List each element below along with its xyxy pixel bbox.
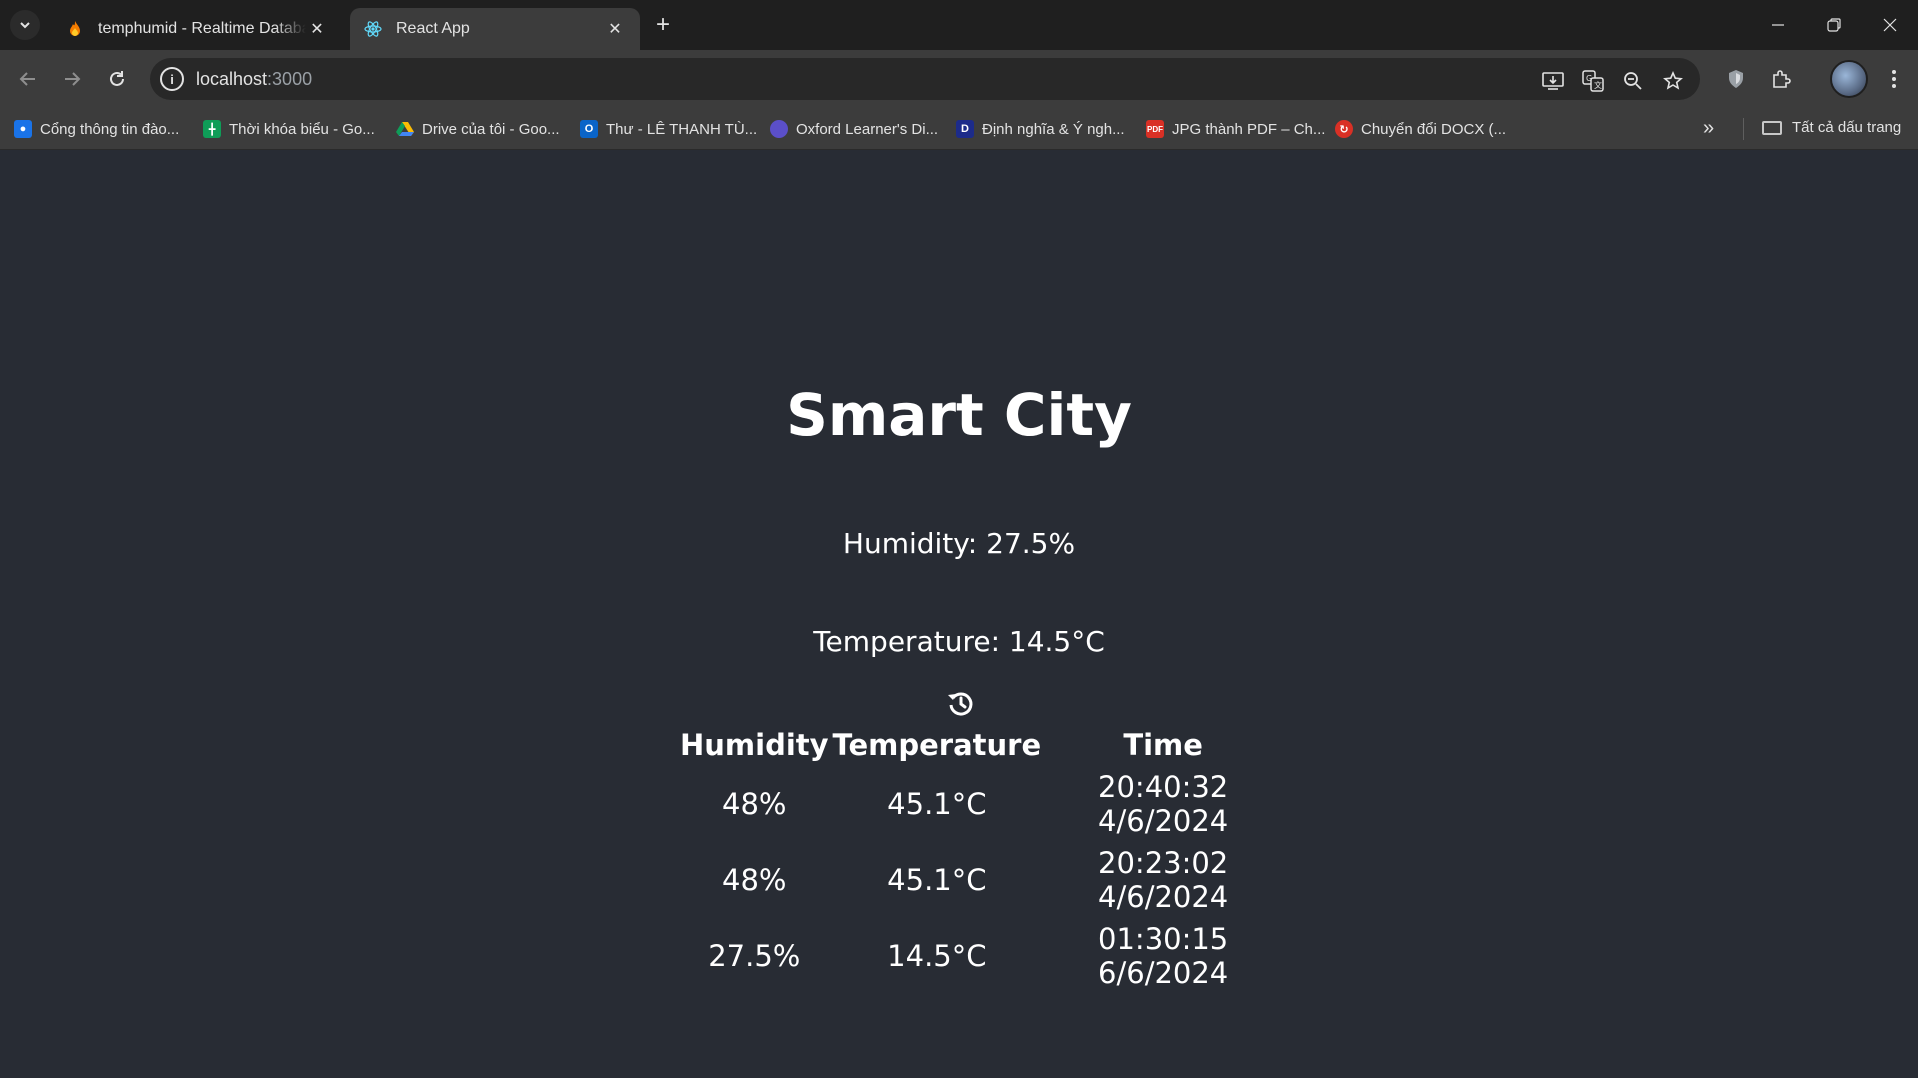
bookmark-label: Oxford Learner's Di... (796, 120, 939, 138)
tab-strip: temphumid - Realtime Database ✕ React Ap… (0, 0, 1918, 50)
cell-temperature: 45.1°C (887, 863, 987, 897)
restore-icon (1827, 18, 1841, 32)
portal-icon: ● (14, 120, 32, 138)
bookmark-drive[interactable]: Drive của tôi - Goo... (396, 119, 560, 139)
forward-button[interactable] (56, 63, 88, 95)
table-row: 48% 45.1°C 20:23:02 4/6/2024 (678, 842, 1283, 918)
sheets-icon: ╋ (203, 120, 221, 138)
divider (1743, 118, 1744, 140)
bookmark-jpg-pdf[interactable]: PDF JPG thành PDF – Ch... (1146, 119, 1325, 139)
arrow-left-icon (19, 72, 35, 86)
url-text[interactable]: localhost:3000 (196, 69, 312, 90)
react-app-page: Smart City Humidity: 27.5% Temperature: … (0, 151, 1918, 1078)
bookmark-label: Thời khóa biểu - Go... (229, 120, 375, 138)
bookmark-label: Drive của tôi - Goo... (422, 120, 560, 138)
humidity-reading: Humidity: 27.5% (842, 527, 1076, 560)
svg-text:G: G (1586, 74, 1592, 83)
browser-toolbar: i localhost:3000 G文 (0, 50, 1918, 108)
cell-temperature: 14.5°C (887, 939, 987, 973)
bookmark-portal[interactable]: ● Cổng thông tin đào... (14, 119, 179, 139)
bookmark-oxford[interactable]: Oxford Learner's Di... (770, 119, 938, 139)
bookmark-docx[interactable]: ↻ Chuyển đổi DOCX (... (1335, 119, 1506, 139)
profile-avatar[interactable] (1830, 60, 1868, 98)
bookmark-label: JPG thành PDF – Ch... (1172, 120, 1326, 138)
cell-time: 20:23:02 4/6/2024 (1098, 846, 1229, 914)
bookmark-label: Cổng thông tin đào... (40, 120, 180, 138)
history-icon[interactable] (946, 689, 976, 719)
url-port: :3000 (267, 68, 313, 89)
tab-react-app[interactable]: React App ✕ (350, 8, 640, 50)
bookmark-label: Chuyển đổi DOCX (... (1361, 120, 1507, 138)
bookmark-label: Thư - LÊ THANH TÙ... (606, 120, 758, 138)
cell-time: 01:30:15 6/6/2024 (1098, 922, 1229, 990)
table-row: 27.5% 14.5°C 01:30:15 6/6/2024 (678, 918, 1283, 994)
close-icon (1883, 18, 1897, 32)
column-header-time: Time (1123, 728, 1203, 762)
extensions-puzzle-icon[interactable] (1765, 63, 1797, 95)
drive-icon (396, 120, 414, 138)
table-header-row: Humidity Temperature Time (678, 724, 1283, 766)
dictionary-icon: D (956, 120, 974, 138)
convert-icon: ↻ (1335, 120, 1353, 138)
svg-text:文: 文 (1594, 80, 1602, 90)
close-icon[interactable]: ✕ (306, 18, 328, 40)
url-host: localhost (196, 68, 268, 89)
cell-humidity: 27.5% (708, 939, 801, 973)
back-button[interactable] (12, 63, 44, 95)
chevron-down-icon (20, 22, 30, 29)
zoom-icon[interactable] (1620, 68, 1646, 94)
all-bookmarks-button[interactable]: Tất cả dấu trang (1762, 119, 1901, 136)
cell-humidity: 48% (722, 863, 787, 897)
page-title: Smart City (786, 381, 1132, 449)
pdf-icon: PDF (1146, 120, 1164, 138)
cell-time: 20:40:32 4/6/2024 (1098, 770, 1229, 838)
history-table: Humidity Temperature Time 48% 45.1°C 20:… (678, 724, 1283, 994)
shield-extension-icon[interactable] (1720, 63, 1752, 95)
site-info-icon[interactable]: i (160, 67, 184, 91)
oxford-icon (770, 120, 788, 138)
bookmark-dictionary[interactable]: D Định nghĩa & Ý ngh... (956, 119, 1125, 139)
new-tab-button[interactable]: + (650, 11, 676, 38)
outlook-icon: O (580, 120, 598, 138)
minimize-button[interactable] (1750, 0, 1806, 50)
column-header-humidity: Humidity (680, 728, 829, 762)
cell-temperature: 45.1°C (887, 787, 987, 821)
close-icon[interactable]: ✕ (604, 18, 626, 40)
reload-icon (110, 71, 124, 86)
reload-button[interactable] (101, 63, 133, 95)
restore-button[interactable] (1806, 0, 1862, 50)
react-icon (364, 20, 382, 38)
tab-title: temphumid - Realtime Database (98, 20, 306, 37)
address-bar[interactable]: i localhost:3000 G文 (150, 58, 1700, 100)
temperature-reading: Temperature: 14.5°C (813, 625, 1105, 658)
translate-icon[interactable]: G文 (1580, 68, 1606, 94)
bookmark-schedule[interactable]: ╋ Thời khóa biểu - Go... (203, 119, 375, 139)
firebase-icon (66, 20, 84, 38)
more-menu-icon[interactable] (1878, 63, 1910, 95)
close-window-button[interactable] (1862, 0, 1918, 50)
cell-humidity: 48% (722, 787, 787, 821)
table-row: 48% 45.1°C 20:40:32 4/6/2024 (678, 766, 1283, 842)
tab-search-button[interactable] (10, 10, 40, 40)
all-bookmarks-label: Tất cả dấu trang (1792, 119, 1902, 136)
tab-temphumid[interactable]: temphumid - Realtime Database ✕ (52, 8, 342, 50)
minimize-icon (1772, 24, 1784, 26)
bookmark-label: Định nghĩa & Ý ngh... (982, 120, 1125, 138)
column-header-temperature: Temperature (832, 728, 1042, 762)
bookmarks-bar: ● Cổng thông tin đào... ╋ Thời khóa biểu… (0, 108, 1918, 150)
arrow-right-icon (65, 72, 81, 86)
install-app-icon[interactable] (1540, 68, 1566, 94)
tab-title: React App (396, 20, 470, 37)
bookmark-mail[interactable]: O Thư - LÊ THANH TÙ... (580, 119, 757, 139)
bookmark-star-icon[interactable] (1660, 68, 1686, 94)
chevron-double-right-icon[interactable]: » (1703, 117, 1714, 140)
folder-icon (1762, 120, 1782, 135)
